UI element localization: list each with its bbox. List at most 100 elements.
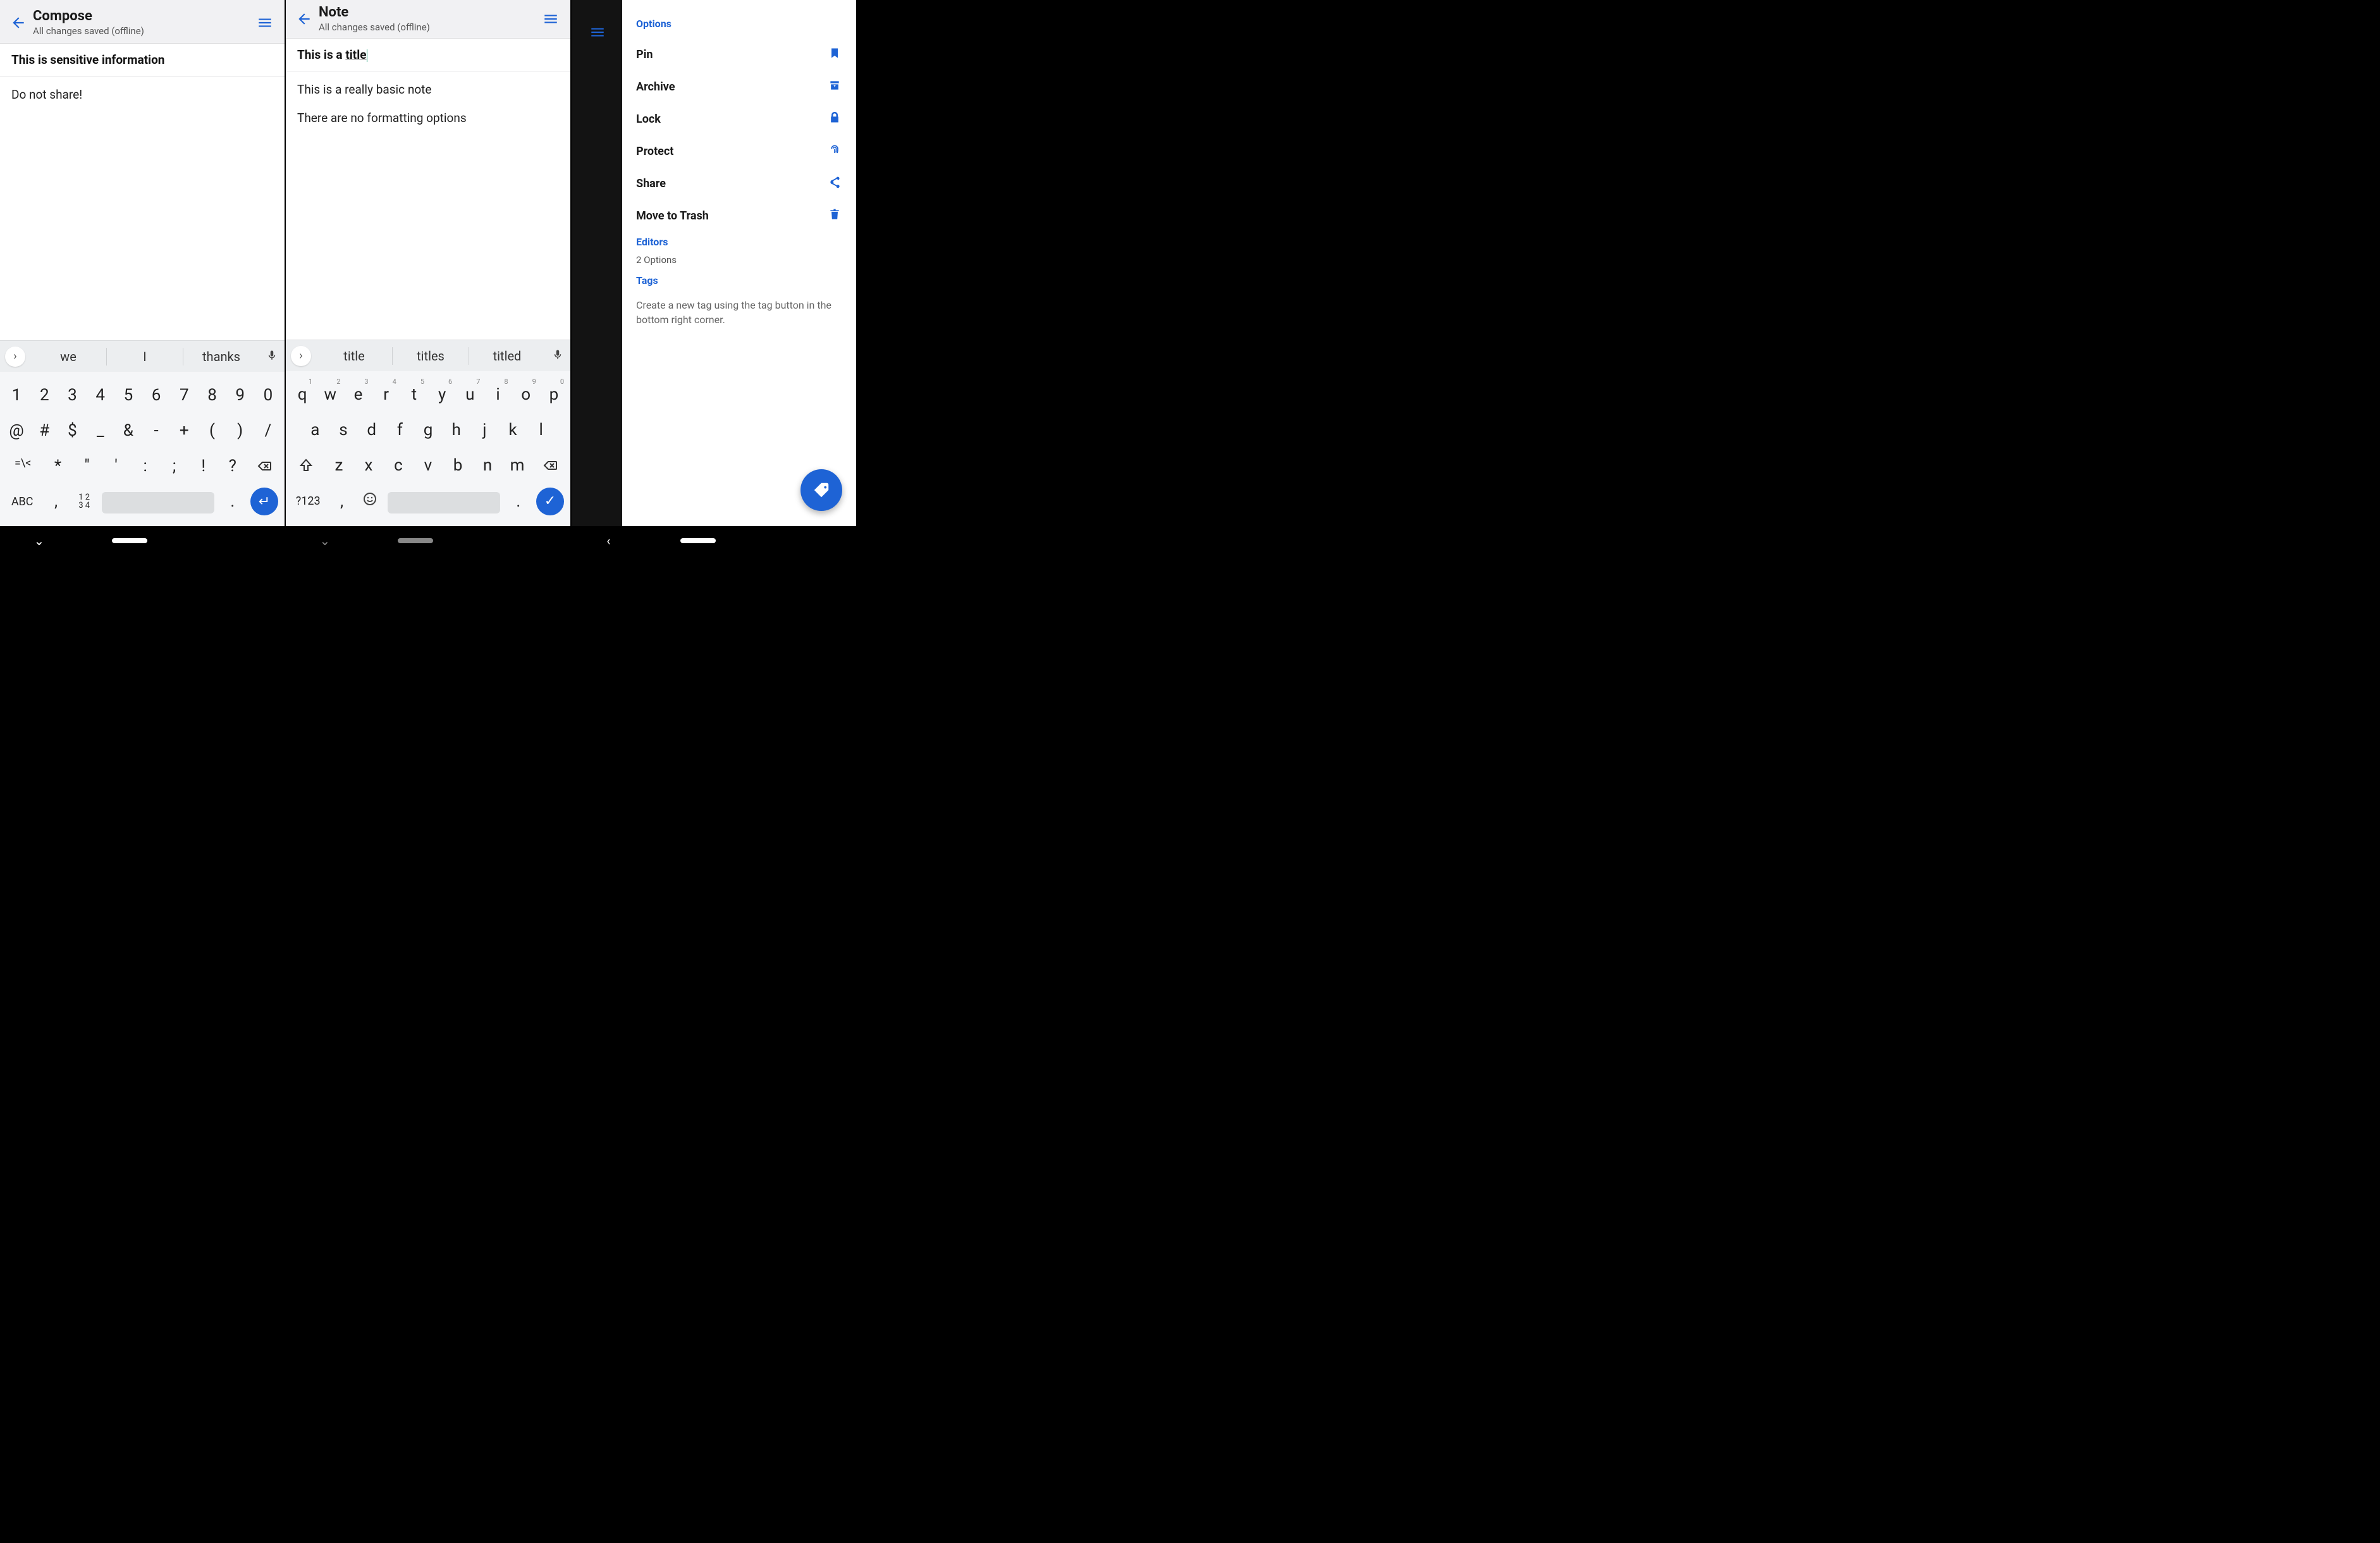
key-dot[interactable]: . (218, 486, 247, 517)
key-shift[interactable] (288, 450, 324, 481)
key[interactable]: w2 (316, 379, 344, 410)
key[interactable]: 1 (3, 379, 30, 411)
nav-down[interactable]: ⌄ (320, 533, 331, 548)
key[interactable]: $ (58, 415, 86, 446)
suggestion[interactable]: titled (469, 348, 545, 364)
option-pin[interactable]: Pin (636, 39, 842, 71)
key-numeric[interactable]: 1 23 4 (70, 487, 99, 516)
key[interactable]: i8 (484, 379, 512, 410)
nav-down[interactable]: ⌄ (34, 533, 45, 548)
option-share[interactable]: Share (636, 168, 842, 200)
key-comma[interactable]: , (42, 486, 70, 517)
fab-tag[interactable] (800, 469, 842, 511)
key[interactable]: y6 (428, 379, 456, 410)
key[interactable]: 7 (170, 379, 198, 411)
key[interactable]: # (30, 415, 58, 446)
key[interactable]: & (114, 415, 142, 446)
key-symswitch[interactable]: =\< (3, 450, 43, 482)
key-sym[interactable]: ?123 (288, 488, 328, 514)
key[interactable]: h (442, 414, 470, 446)
expand-suggestions[interactable]: › (291, 346, 311, 366)
key[interactable]: v (413, 450, 443, 481)
key[interactable]: g (414, 414, 443, 446)
key[interactable]: a (301, 414, 329, 446)
key[interactable]: 2 (30, 379, 58, 411)
back-button[interactable] (293, 8, 315, 30)
key[interactable]: " (73, 450, 102, 482)
suggestion[interactable]: title (316, 348, 392, 364)
key-emoji[interactable] (356, 485, 384, 517)
key[interactable]: j (470, 414, 499, 446)
key[interactable]: * (43, 450, 72, 482)
menu-button[interactable] (254, 12, 276, 34)
expand-suggestions[interactable]: › (5, 347, 25, 367)
key[interactable]: ) (226, 415, 254, 446)
key[interactable]: 4 (87, 379, 114, 411)
key[interactable]: q1 (288, 379, 316, 410)
key[interactable]: - (142, 415, 170, 446)
key[interactable]: 6 (142, 379, 170, 411)
key[interactable]: : (131, 450, 160, 482)
suggestion[interactable]: titles (393, 348, 469, 364)
key[interactable]: 5 (114, 379, 142, 411)
key[interactable]: 0 (254, 379, 282, 411)
key[interactable]: / (254, 415, 282, 446)
key[interactable]: ' (102, 450, 131, 482)
back-button[interactable] (8, 12, 29, 34)
key[interactable]: k (499, 414, 527, 446)
suggestion[interactable]: we (30, 349, 106, 364)
key[interactable]: r4 (372, 379, 400, 410)
key[interactable]: 9 (226, 379, 254, 411)
nav-home[interactable] (680, 538, 716, 543)
menu-button[interactable] (540, 8, 561, 30)
option-archive[interactable]: Archive (636, 71, 842, 103)
option-lock[interactable]: Lock (636, 103, 842, 135)
key[interactable]: o9 (512, 379, 540, 410)
key-backspace[interactable] (532, 450, 568, 481)
key[interactable]: n (473, 450, 503, 481)
note-body[interactable]: Do not share! (0, 77, 285, 340)
nav-home[interactable] (398, 538, 433, 543)
key[interactable]: c (383, 450, 413, 481)
key[interactable]: _ (87, 415, 114, 446)
editors-subtitle[interactable]: 2 Options (636, 254, 842, 266)
key[interactable]: u7 (456, 379, 484, 410)
key[interactable]: ; (160, 450, 189, 482)
note-title[interactable]: This is sensitive information (0, 44, 285, 77)
key[interactable]: l (527, 414, 555, 446)
suggestion[interactable]: thanks (183, 349, 259, 364)
key[interactable]: f (386, 414, 414, 446)
key[interactable]: z (324, 450, 353, 481)
option-trash[interactable]: Move to Trash (636, 200, 842, 232)
nav-home[interactable] (112, 538, 147, 543)
nav-back[interactable]: ‹ (606, 533, 610, 548)
mic-button[interactable] (259, 349, 285, 364)
key[interactable]: ( (198, 415, 226, 446)
option-protect[interactable]: Protect (636, 135, 842, 168)
key-backspace[interactable] (247, 450, 282, 482)
key-enter[interactable] (250, 488, 278, 515)
key-enter[interactable] (536, 488, 564, 515)
key[interactable]: ? (218, 450, 247, 482)
key[interactable]: x (353, 450, 383, 481)
key-abc[interactable]: ABC (3, 489, 42, 515)
key[interactable]: t5 (400, 379, 428, 410)
mic-button[interactable] (545, 348, 570, 364)
key[interactable]: ! (189, 450, 218, 482)
key[interactable]: s (329, 414, 358, 446)
key[interactable]: 3 (58, 379, 86, 411)
note-title[interactable]: This is a title (286, 39, 570, 71)
key[interactable]: b (443, 450, 472, 481)
key-space[interactable] (102, 492, 214, 513)
key[interactable]: @ (3, 415, 30, 446)
key[interactable]: m (503, 450, 532, 481)
key[interactable]: + (170, 415, 198, 446)
key[interactable]: 8 (198, 379, 226, 411)
suggestion[interactable]: I (107, 349, 183, 364)
key[interactable]: d (357, 414, 386, 446)
key[interactable]: p0 (540, 379, 568, 410)
note-body[interactable]: This is a really basic note There are no… (286, 71, 570, 340)
key-dot[interactable]: . (504, 486, 532, 517)
key-space[interactable] (388, 492, 500, 513)
key-comma[interactable]: , (328, 486, 356, 517)
